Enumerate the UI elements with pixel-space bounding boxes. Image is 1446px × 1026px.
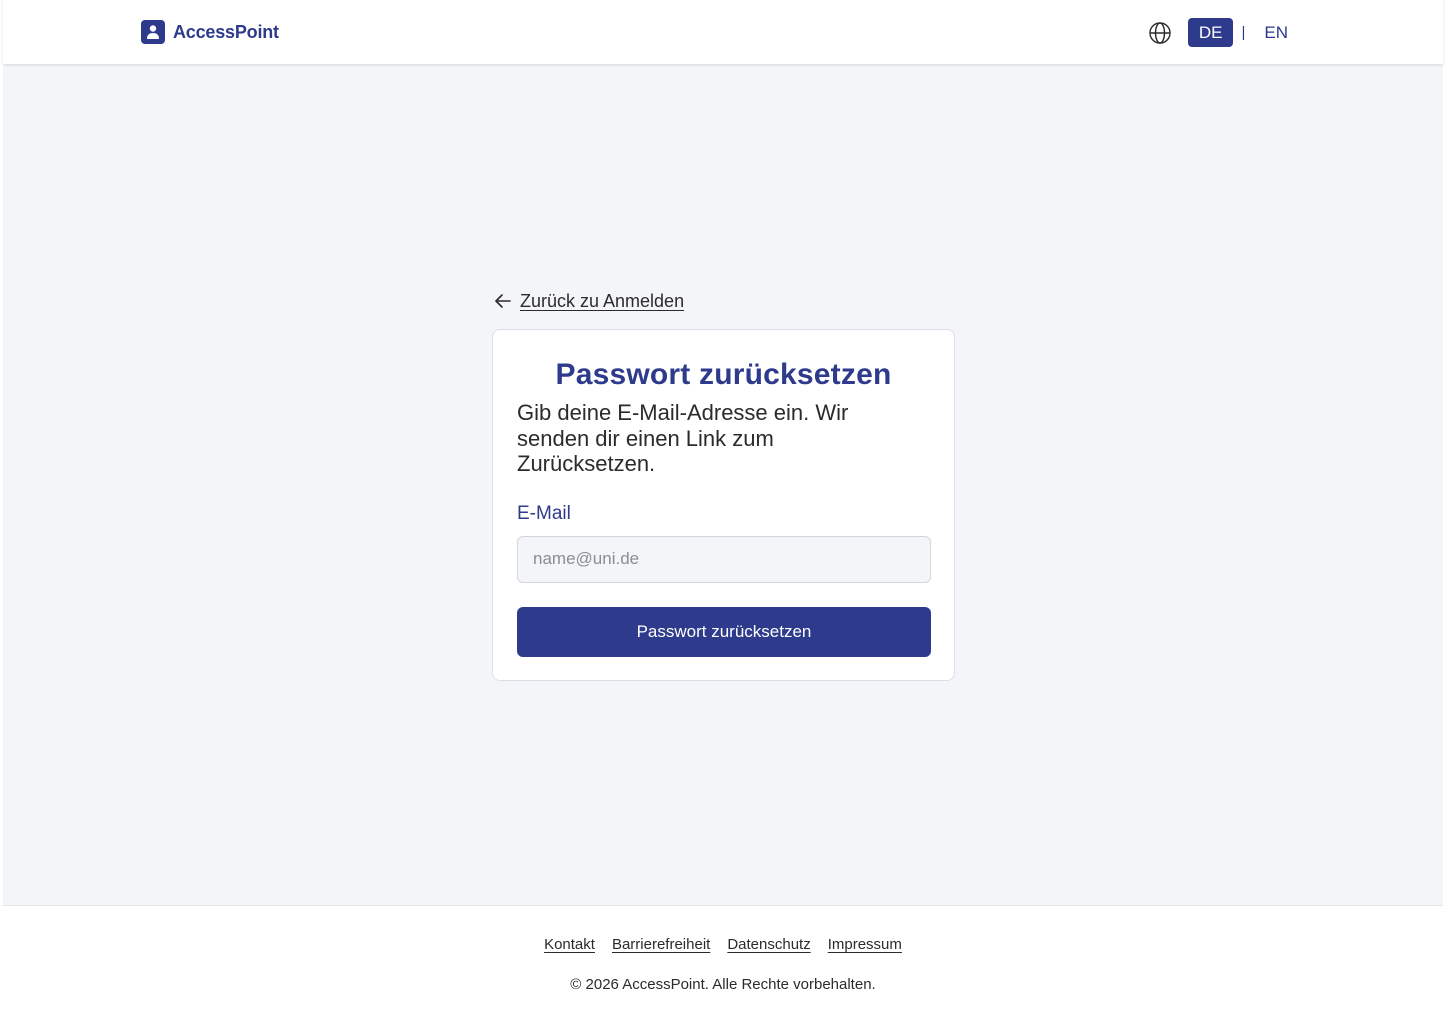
reset-password-button[interactable]: Passwort zurücksetzen [517,606,931,657]
footer-links: Kontakt Barrierefreiheit Datenschutz Imp… [3,936,1443,953]
site-header: AccessPoint DE | EN [3,0,1443,64]
footer-link-datenschutz[interactable]: Datenschutz [727,936,810,953]
language-en-button[interactable]: EN [1253,18,1299,47]
email-input[interactable] [517,535,931,583]
arrow-left-icon [494,292,512,310]
copyright-text: © 2026 AccessPoint. Alle Rechte vorbehal… [570,976,876,993]
footer-link-kontakt[interactable]: Kontakt [544,936,595,953]
back-link-label: Zurück zu Anmelden [520,290,685,311]
page-title: Passwort zurücksetzen [555,358,892,391]
brand-name: AccessPoint [173,21,279,42]
brand-logo[interactable]: AccessPoint [141,20,279,44]
footer-link-impressum[interactable]: Impressum [828,936,902,953]
language-switcher: DE | EN [1148,18,1299,47]
user-badge-icon [141,20,165,44]
site-footer: Kontakt Barrierefreiheit Datenschutz Imp… [3,905,1443,1026]
reset-password-card: Passwort zurücksetzen Gib deine E-Mail-A… [492,329,955,681]
globe-icon [1148,21,1172,45]
instructions-text: Gib deine E-Mail-Adresse ein. Wir senden… [517,400,849,476]
language-separator: | [1241,24,1246,41]
page: AccessPoint DE | EN Zurück zu Anmelden P… [3,0,1443,1026]
footer-link-barrierefreiheit[interactable]: Barrierefreiheit [612,936,710,953]
language-de-button[interactable]: DE [1187,18,1234,47]
email-label: E-Mail [517,502,571,524]
back-to-login-link[interactable]: Zurück zu Anmelden [494,290,684,312]
